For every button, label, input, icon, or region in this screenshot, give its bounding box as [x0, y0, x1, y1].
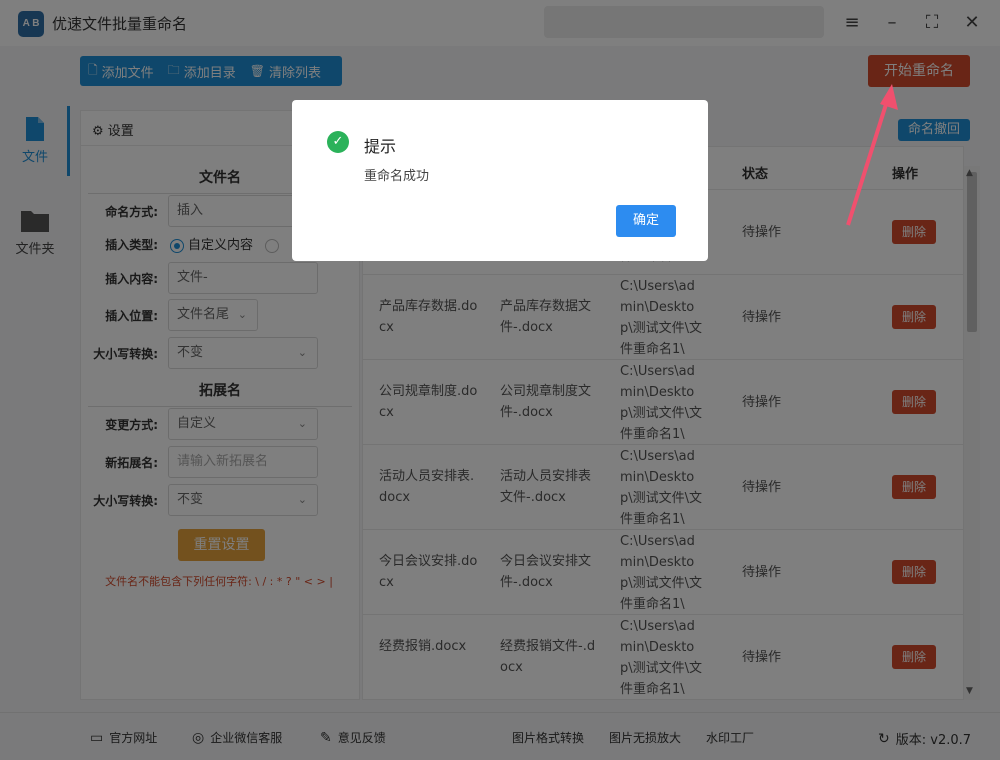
success-check-icon: ✓ — [327, 131, 349, 153]
red-arrow-annotation — [846, 84, 898, 226]
dialog-message: 重命名成功 — [364, 169, 430, 184]
dialog-ok-button[interactable]: 确定 — [616, 205, 676, 237]
dialog-title: 提示 — [364, 137, 397, 156]
